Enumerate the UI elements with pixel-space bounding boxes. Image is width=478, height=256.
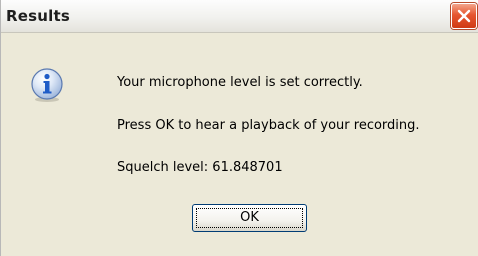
title-bar[interactable]: Results <box>1 0 478 33</box>
close-icon <box>457 9 471 23</box>
ok-button[interactable]: OK <box>192 204 307 232</box>
close-button[interactable] <box>451 3 477 29</box>
ok-button-label: OK <box>240 210 259 225</box>
dialog-title: Results <box>6 7 70 25</box>
message-line-squelch-level: Squelch level: 61.848701 <box>117 160 283 175</box>
message-line-status: Your microphone level is set correctly. <box>117 75 363 90</box>
information-icon <box>31 68 63 102</box>
results-dialog: Results Your microphone level is set cor… <box>0 0 478 256</box>
message-line-instruction: Press OK to hear a playback of your reco… <box>117 118 420 133</box>
